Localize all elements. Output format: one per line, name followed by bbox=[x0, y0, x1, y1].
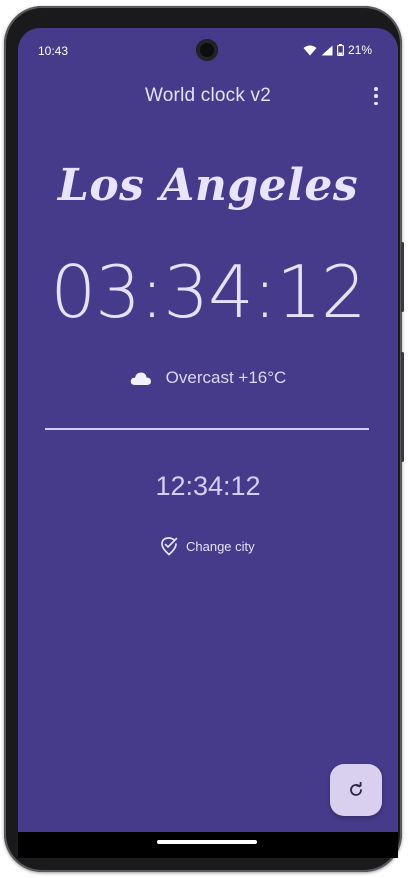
city-name: Los Angeles bbox=[57, 160, 359, 211]
screen: 10:43 21% World clock v2 Los Angeles 03:… bbox=[18, 28, 398, 832]
local-time: 12:34:12 bbox=[155, 471, 261, 501]
status-time: 10:43 bbox=[38, 44, 69, 58]
change-city-label: Change city bbox=[186, 538, 255, 554]
phone-frame: 10:43 21% World clock v2 Los Angeles 03:… bbox=[4, 6, 404, 872]
location-check-icon bbox=[161, 537, 178, 556]
city-time: 03:34:12 bbox=[50, 250, 366, 334]
more-vert-icon[interactable] bbox=[370, 87, 382, 105]
cloud-icon bbox=[130, 370, 152, 386]
refresh-button[interactable] bbox=[330, 764, 382, 816]
front-camera bbox=[196, 39, 218, 61]
navigation-bar bbox=[18, 832, 398, 858]
change-city-button[interactable]: Change city bbox=[160, 535, 255, 557]
refresh-icon bbox=[350, 782, 362, 796]
wifi-icon bbox=[303, 45, 317, 55]
volume-button bbox=[401, 352, 404, 462]
weather-row: Overcast +16°C bbox=[18, 368, 398, 388]
status-icons: 21% bbox=[303, 43, 372, 57]
signal-icon bbox=[321, 45, 333, 55]
weather-text: Overcast +16°C bbox=[165, 368, 287, 387]
battery-percentage: 21% bbox=[347, 43, 372, 57]
battery-icon bbox=[336, 44, 344, 56]
app-title: World clock v2 bbox=[145, 85, 271, 106]
home-gesture-handle[interactable] bbox=[157, 840, 257, 844]
status-bar: 10:43 21% bbox=[18, 28, 398, 72]
divider bbox=[45, 428, 369, 430]
power-button bbox=[401, 242, 404, 312]
